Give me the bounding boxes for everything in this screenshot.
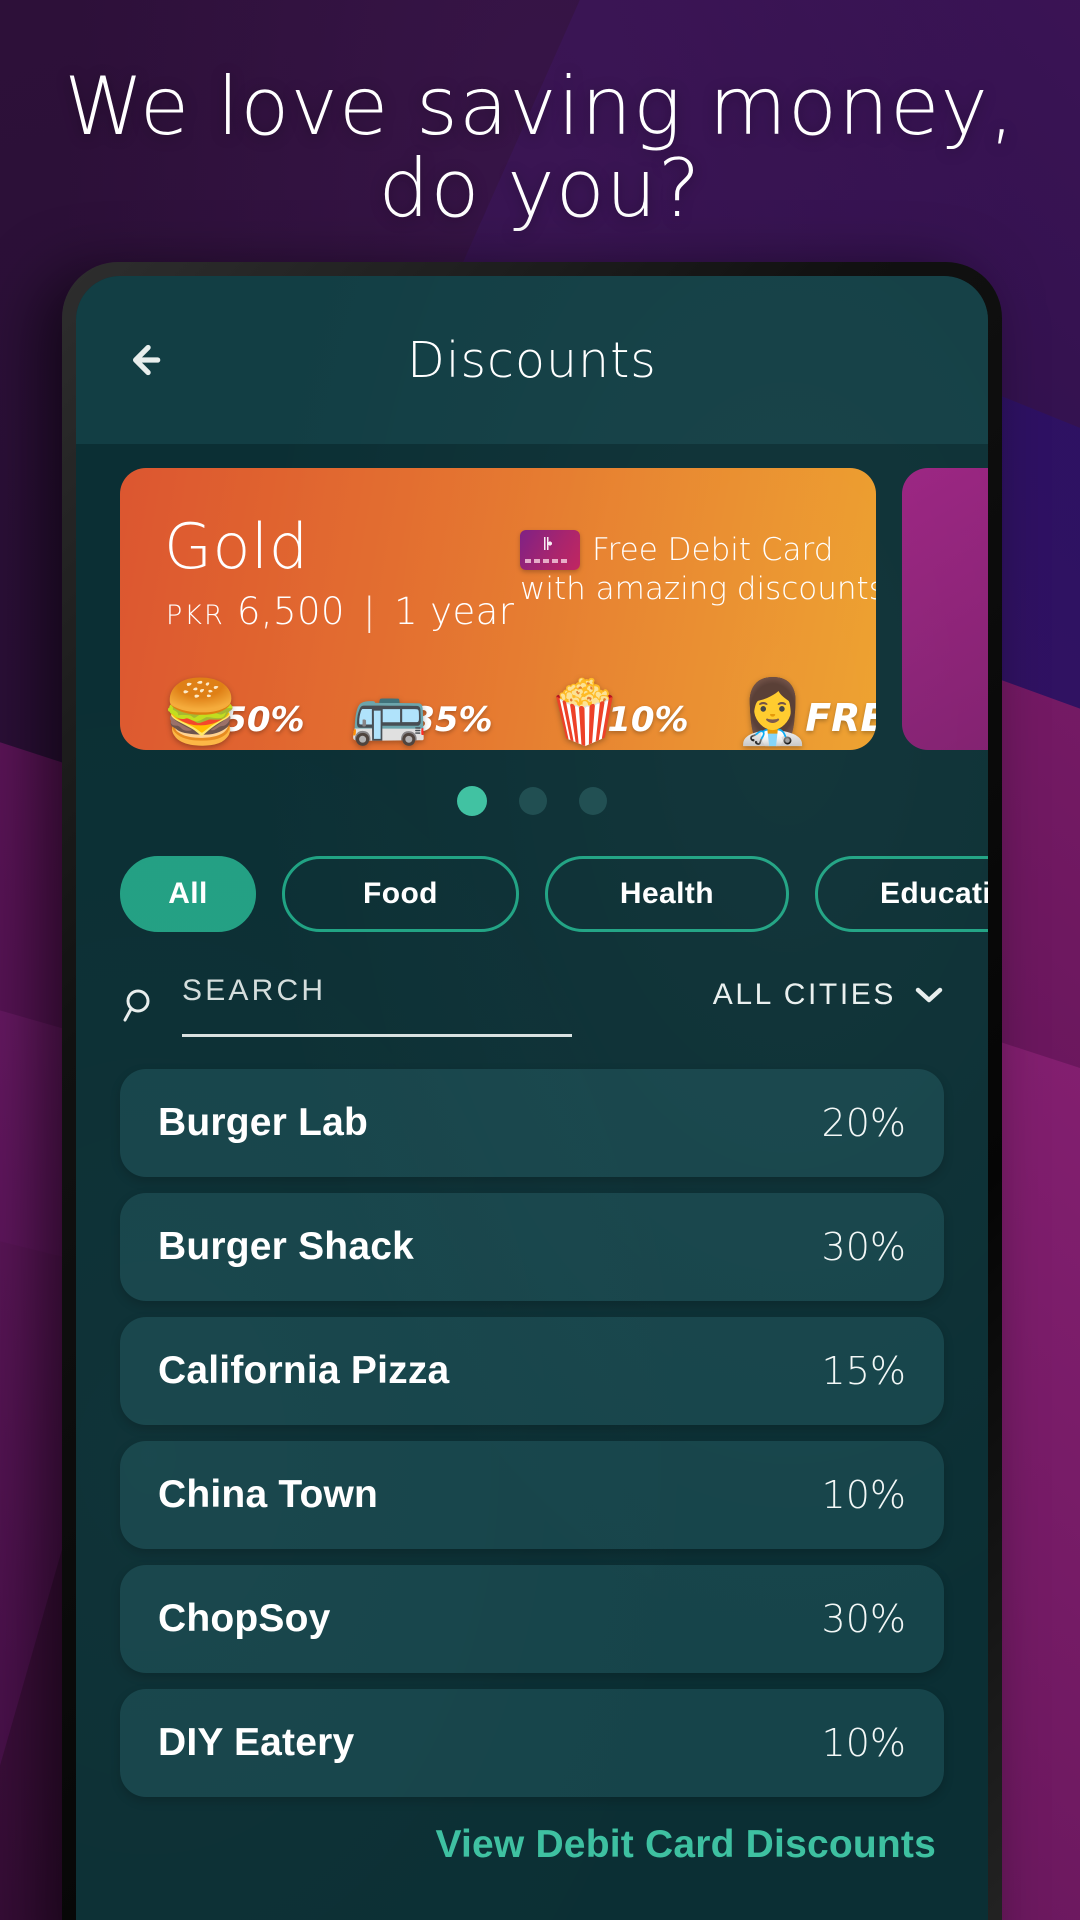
merchant-list: Burger Lab 20% Burger Shack 30% Californ…: [76, 1069, 988, 1797]
promo-carousel[interactable]: Gold PKR 6,500 | 1 year Free Debit Card …: [76, 468, 988, 750]
promo-debit-block: Free Debit Card with amazing discounts: [520, 530, 876, 608]
merchant-name: California Pizza: [158, 1349, 450, 1392]
category-filter-bar[interactable]: All Food Health Education: [76, 856, 988, 936]
table-row[interactable]: China Town 10%: [120, 1441, 944, 1549]
category-chip-all[interactable]: All: [120, 856, 256, 932]
arrow-left-icon: [132, 344, 161, 376]
merchant-name: DIY Eatery: [158, 1721, 355, 1764]
search-input[interactable]: SEARCH: [182, 974, 572, 1037]
perk-item: 🍔 50%: [162, 682, 305, 744]
view-debit-card-discounts-link[interactable]: View Debit Card Discounts: [76, 1823, 988, 1867]
promo-card-gold[interactable]: Gold PKR 6,500 | 1 year Free Debit Card …: [120, 468, 876, 750]
promo-perks: 🍔 50% 🚌 35% 🍿 10% 👩‍⚕️: [154, 648, 876, 744]
search-placeholder: SEARCH: [182, 974, 327, 1007]
merchant-discount: 30%: [821, 1225, 906, 1269]
app-body: Gold PKR 6,500 | 1 year Free Debit Card …: [76, 468, 988, 1867]
merchant-name: Burger Lab: [158, 1101, 369, 1144]
category-chip-label: Food: [363, 877, 438, 910]
promo-amount: 6,500: [236, 590, 345, 633]
perk-item: 👩‍⚕️ FREE: [734, 682, 876, 744]
table-row[interactable]: Burger Lab 20%: [120, 1069, 944, 1177]
table-row[interactable]: California Pizza 15%: [120, 1317, 944, 1425]
promo-plan-name: Gold: [164, 510, 309, 583]
hero-headline-line-1: We love saving money,: [64, 60, 1016, 153]
debit-card-icon: [520, 530, 580, 570]
promo-debit-line-1: Free Debit Card: [520, 530, 833, 570]
category-chip-label: Education: [880, 877, 988, 910]
search-group[interactable]: SEARCH: [120, 974, 572, 1037]
promo-price: PKR 6,500 | 1 year: [166, 590, 514, 633]
merchant-name: Burger Shack: [158, 1225, 414, 1268]
perk-value: FREE: [805, 696, 876, 740]
merchant-discount: 20%: [821, 1101, 906, 1145]
city-filter-label: ALL CITIES: [712, 978, 896, 1011]
page-title: Discounts: [407, 331, 657, 389]
table-row[interactable]: DIY Eatery 10%: [120, 1689, 944, 1797]
merchant-name: China Town: [158, 1473, 379, 1516]
merchant-discount: 30%: [821, 1597, 906, 1641]
carousel-dots: [76, 786, 988, 816]
category-chip-label: Health: [619, 877, 714, 910]
promo-debit-text-1: Free Debit Card: [592, 531, 834, 568]
hero-headline: We love saving money, do you?: [0, 66, 1080, 229]
app-header: Discounts: [76, 276, 988, 444]
carousel-dot-1[interactable]: [457, 786, 487, 816]
search-row: SEARCH ALL CITIES: [76, 974, 988, 1037]
popcorn-icon: 🍿: [546, 678, 624, 747]
perk-item: 🚌 35%: [350, 682, 493, 744]
burger-icon: 🍔: [162, 678, 240, 747]
merchant-discount: 10%: [821, 1721, 906, 1765]
promo-duration: 1 year: [394, 590, 515, 633]
promo-card-next[interactable]: [902, 468, 988, 750]
carousel-dot-2[interactable]: [519, 787, 547, 815]
category-chip-health[interactable]: Health: [544, 856, 789, 932]
merchant-discount: 15%: [821, 1349, 906, 1393]
perk-item: 🍿 10%: [546, 682, 689, 744]
carousel-dot-3[interactable]: [579, 787, 607, 815]
hero-headline-line-2: do you?: [378, 141, 702, 235]
category-chip-education[interactable]: Education: [815, 856, 988, 932]
category-chip-food[interactable]: Food: [282, 856, 519, 932]
promo-currency: PKR: [166, 600, 225, 631]
category-chip-label: All: [168, 877, 208, 910]
city-filter-dropdown[interactable]: ALL CITIES: [713, 974, 944, 1012]
chevron-down-icon: [915, 987, 943, 1003]
search-icon: [123, 989, 150, 1021]
promo-debit-text-2: with amazing discounts: [520, 571, 876, 607]
bus-icon: 🚌: [350, 678, 428, 747]
table-row[interactable]: ChopSoy 30%: [120, 1565, 944, 1673]
table-row[interactable]: Burger Shack 30%: [120, 1193, 944, 1301]
phone-mockup: Discounts Gold PKR 6,500 | 1 year Free D…: [62, 262, 1002, 1920]
phone-screen: Discounts Gold PKR 6,500 | 1 year Free D…: [76, 276, 988, 1920]
back-button[interactable]: [120, 330, 180, 390]
merchant-discount: 10%: [821, 1473, 906, 1517]
merchant-name: ChopSoy: [158, 1597, 331, 1640]
promo-separator: |: [363, 590, 376, 633]
online-doctor-icon: 👩‍⚕️: [734, 678, 812, 747]
